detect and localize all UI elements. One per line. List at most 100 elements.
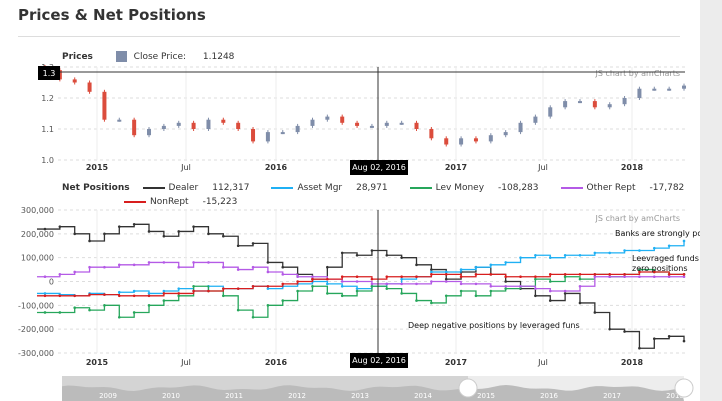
series-point — [519, 284, 522, 288]
series-point — [236, 308, 240, 312]
series-point — [326, 282, 329, 286]
candle[interactable] — [161, 125, 166, 129]
series-point — [415, 275, 418, 279]
series-point — [638, 346, 641, 350]
series-point — [682, 339, 686, 343]
series-point — [311, 275, 314, 279]
candle[interactable] — [132, 119, 137, 136]
series-point — [504, 287, 507, 290]
candle[interactable] — [518, 122, 523, 133]
series-point — [489, 289, 493, 293]
candle[interactable] — [310, 119, 315, 126]
series-point — [608, 327, 612, 331]
series-point — [667, 273, 671, 276]
candle[interactable] — [340, 116, 345, 123]
series-point — [251, 315, 255, 319]
series-point — [578, 284, 582, 288]
series-point — [578, 253, 582, 257]
series-point — [43, 275, 47, 279]
candle[interactable] — [444, 138, 449, 145]
scrollbar-year: 2009 — [99, 392, 117, 400]
candle[interactable] — [369, 125, 374, 128]
candle[interactable] — [682, 85, 687, 89]
chart-canvas[interactable]: 1.0 1.1 1.2 1.3 300,000 200,000 100,000 0 -100,0… — [0, 0, 700, 401]
candle[interactable] — [548, 107, 553, 117]
series-point — [177, 287, 181, 290]
series-point — [563, 253, 567, 257]
series-point — [563, 292, 567, 295]
candle[interactable] — [72, 79, 77, 83]
candle[interactable] — [473, 138, 478, 142]
series-point — [623, 273, 626, 276]
net-y-tick: -200,000 — [18, 325, 54, 334]
scrollbar-year: 2010 — [162, 392, 180, 400]
candle[interactable] — [117, 119, 122, 122]
candle[interactable] — [221, 119, 226, 123]
series-point — [430, 270, 433, 274]
series-point — [73, 270, 77, 274]
candle[interactable] — [459, 138, 464, 145]
candle[interactable] — [607, 104, 612, 108]
candle[interactable] — [577, 101, 582, 104]
series-point — [73, 306, 77, 310]
series-point — [400, 292, 403, 295]
candle[interactable] — [384, 122, 389, 126]
series-point — [548, 273, 552, 276]
series-point — [73, 232, 77, 236]
candle[interactable] — [488, 135, 493, 142]
series-point — [192, 261, 195, 264]
series-point — [340, 280, 344, 283]
candle[interactable] — [265, 132, 270, 142]
candle[interactable] — [667, 88, 672, 91]
scrollbar-grip[interactable] — [674, 378, 694, 398]
scrollbar-grip[interactable] — [458, 378, 478, 398]
candle[interactable] — [325, 116, 330, 120]
series-point — [88, 239, 91, 243]
series-point — [593, 311, 597, 314]
candle[interactable] — [637, 88, 642, 98]
amcharts-credit[interactable]: JS chart by amCharts — [594, 214, 680, 223]
candle[interactable] — [295, 125, 300, 133]
x-tick: 2015 — [86, 163, 109, 172]
series-point — [682, 273, 686, 276]
series-point — [548, 256, 552, 259]
series-point — [177, 230, 181, 233]
series-point — [578, 277, 582, 281]
series-point — [147, 292, 151, 295]
x-tick: 2016 — [265, 358, 288, 367]
series-point — [251, 242, 255, 245]
candle[interactable] — [652, 88, 657, 91]
candle[interactable] — [87, 82, 92, 92]
series-point — [236, 268, 240, 271]
series-point — [58, 294, 62, 298]
candle[interactable] — [191, 122, 196, 129]
candle[interactable] — [429, 129, 434, 139]
candle[interactable] — [206, 119, 211, 129]
amcharts-credit[interactable]: JS chart by amCharts — [594, 69, 680, 78]
series-point — [400, 282, 403, 286]
cursor-date-label: Aug 02, 2016 — [352, 356, 406, 365]
series-point — [548, 289, 552, 293]
series-point — [355, 280, 359, 283]
candle[interactable] — [147, 129, 152, 136]
candle[interactable] — [176, 122, 181, 126]
scrollbar-year: 2015 — [477, 392, 495, 400]
candle[interactable] — [251, 129, 256, 142]
candle[interactable] — [280, 132, 285, 135]
candle[interactable] — [533, 116, 538, 123]
candle[interactable] — [355, 122, 360, 126]
candle[interactable] — [399, 122, 404, 125]
series-point — [430, 268, 433, 271]
series-line-asset-mgr[interactable] — [36, 240, 685, 297]
candle[interactable] — [592, 101, 597, 108]
series-point — [162, 299, 166, 302]
candle[interactable] — [102, 91, 107, 120]
candle[interactable] — [563, 101, 568, 108]
candle[interactable] — [503, 132, 508, 136]
net-y-tick: 200,000 — [21, 230, 54, 239]
series-point — [444, 277, 448, 281]
candle[interactable] — [622, 98, 627, 105]
series-point — [355, 253, 359, 257]
candle[interactable] — [414, 122, 419, 129]
candle[interactable] — [236, 122, 241, 129]
